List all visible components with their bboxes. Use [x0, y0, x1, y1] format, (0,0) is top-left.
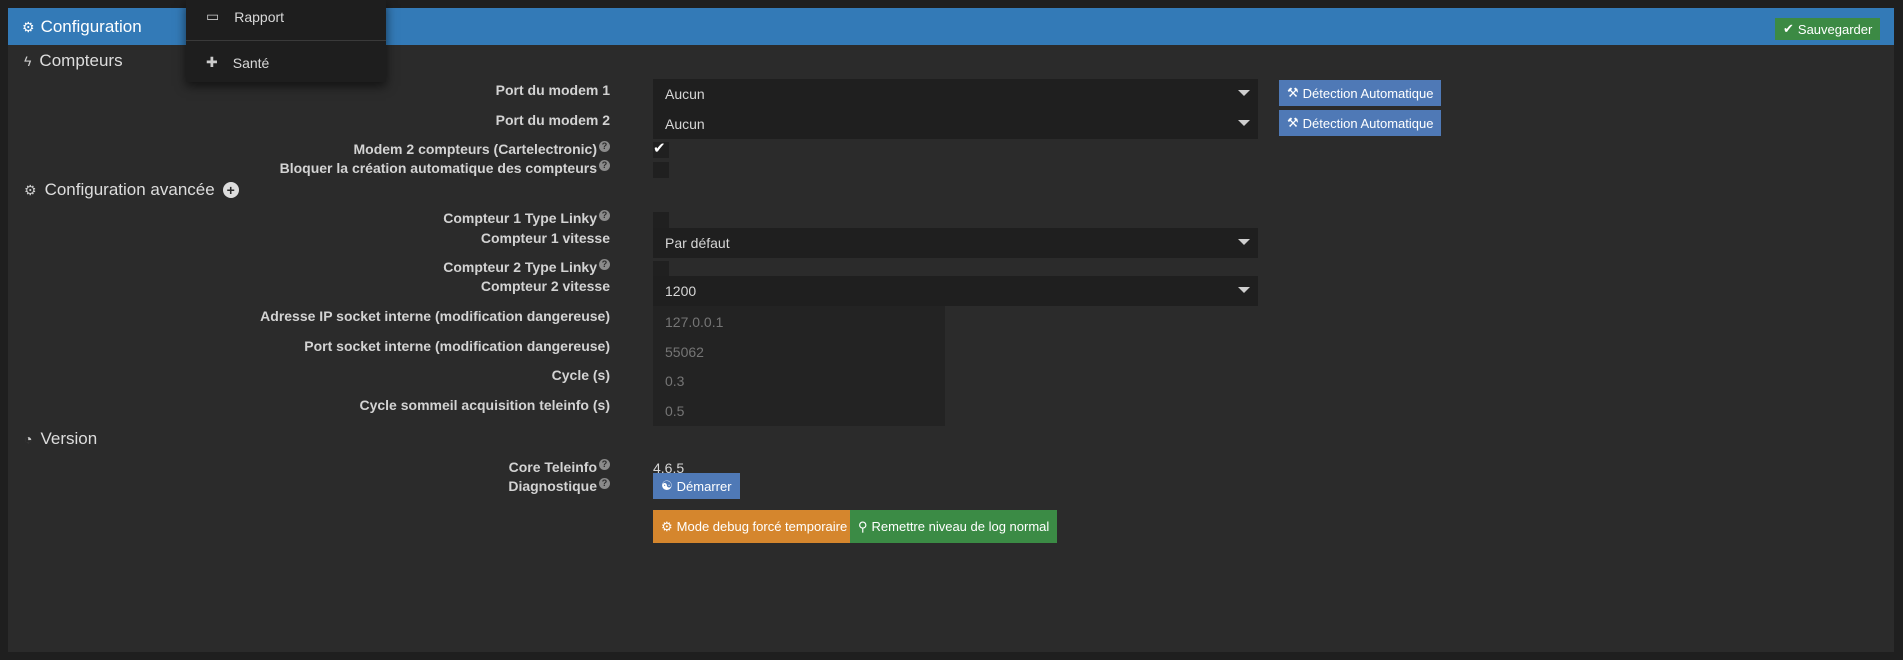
help-icon: ? — [599, 478, 610, 489]
gears-icon: ⚙ — [22, 18, 35, 35]
debug-mode-button[interactable]: ⚙ Mode debug forcé temporaire — [653, 510, 856, 543]
help-icon: ? — [599, 259, 610, 270]
check-circle-icon: ✔ — [1783, 21, 1794, 36]
menu-item-sante-label: Santé — [232, 54, 270, 71]
panel-title: ⚙ Configuration — [22, 17, 142, 37]
modem2-autodetect-button[interactable]: ⚒ Détection Automatique — [1279, 110, 1442, 136]
medkit-icon: ✚ — [206, 54, 218, 70]
chevron-down-icon — [1238, 239, 1250, 245]
help-icon: ? — [599, 160, 610, 171]
cycle-sleep-input[interactable] — [653, 395, 945, 426]
core-label: Core Teleinfo? — [509, 459, 610, 475]
modem-2-compteurs-checkbox[interactable] — [653, 139, 669, 158]
modem2-label: Port du modem 2 — [496, 112, 610, 128]
cycle-sleep-label: Cycle sommeil acquisition teleinfo (s) — [359, 397, 610, 413]
panel-title-text: Configuration — [40, 17, 142, 36]
bolt-icon: ϟ — [24, 53, 32, 69]
save-button[interactable]: ✔ Sauvegarder — [1775, 18, 1881, 40]
steam-icon: ☯ — [661, 478, 673, 493]
socket-ip-label: Adresse IP socket interne (modification … — [260, 308, 610, 324]
c1-speed-text: Compteur 1 vitesse — [480, 230, 610, 246]
section-compteurs: ϟ Compteurs — [24, 51, 123, 71]
paperclip-icon: ⚲ — [858, 518, 868, 534]
block-auto-create-text: Bloquer la création automatique des comp… — [279, 160, 597, 176]
chevron-down-icon — [1238, 90, 1250, 96]
c1-speed-select[interactable]: Par défaut — [653, 228, 1258, 258]
c1-linky-text: Compteur 1 Type Linky — [443, 210, 597, 226]
modem1-select[interactable]: Aucun — [653, 79, 1258, 109]
c2-speed-label: Compteur 2 vitesse — [481, 278, 610, 294]
c1-linky-checkbox[interactable] — [653, 212, 669, 228]
gear-icon: ⚙ — [24, 181, 37, 198]
modem1-autodetect-button[interactable]: ⚒ Détection Automatique — [1279, 80, 1442, 106]
cycle-label: Cycle (s) — [552, 367, 610, 383]
gears-icon: ⚙ — [661, 518, 673, 534]
plus-circle-icon[interactable]: + — [222, 182, 239, 198]
socket-port-label: Port socket interne (modification danger… — [304, 338, 610, 354]
modem2-label-text: Port du modem 2 — [495, 112, 610, 128]
modem2-value: Aucun — [665, 116, 705, 132]
chevron-down-icon — [1238, 287, 1250, 293]
help-icon: ? — [599, 210, 610, 221]
menu-item-rapport-label: Rapport — [234, 8, 285, 25]
modem-2-compteurs-label: Modem 2 compteurs (Cartelectronic)? — [353, 141, 610, 157]
modem2-autodetect-label: Détection Automatique — [1302, 115, 1434, 131]
core-label-text: Core Teleinfo — [508, 459, 597, 475]
c2-linky-text: Compteur 2 Type Linky — [443, 259, 597, 275]
diagnostic-start-button[interactable]: ☯ Démarrer — [653, 473, 740, 499]
dropdown-menu: ▭ Rapport ✚ Santé — [186, 0, 386, 82]
block-auto-create-label: Bloquer la création automatique des comp… — [280, 160, 610, 176]
configuration-panel: ⚙ Configuration ✔ Sauvegarder ϟ Compteur… — [8, 8, 1894, 652]
section-compteurs-title: Compteurs — [39, 51, 123, 70]
c2-speed-select[interactable]: 1200 — [653, 276, 1258, 306]
c2-linky-label: Compteur 2 Type Linky? — [443, 259, 610, 275]
reset-log-label: Remettre niveau de log normal — [871, 519, 1050, 534]
modem-2-compteurs-text: Modem 2 compteurs (Cartelectronic) — [353, 141, 598, 157]
debug-mode-label: Mode debug forcé temporaire — [676, 519, 848, 534]
help-icon: ? — [599, 141, 610, 152]
help-icon: ? — [599, 459, 610, 470]
diagnostic-start-label: Démarrer — [676, 478, 732, 494]
socket-port-input[interactable] — [653, 336, 945, 367]
report-icon: ▭ — [206, 8, 220, 24]
c2-speed-text: Compteur 2 vitesse — [480, 278, 610, 294]
chevron-down-icon — [1238, 120, 1250, 126]
modem1-label-text: Port du modem 1 — [495, 82, 610, 98]
cycle-text: Cycle (s) — [551, 367, 610, 383]
modem2-select[interactable]: Aucun — [653, 109, 1258, 139]
socket-ip-input[interactable] — [653, 306, 945, 337]
diagnostic-label: Diagnostique? — [508, 478, 610, 494]
block-auto-create-checkbox[interactable] — [653, 162, 669, 178]
section-version: ◔ Version — [24, 429, 97, 449]
modem1-label: Port du modem 1 — [496, 82, 610, 98]
cycle-sleep-text: Cycle sommeil acquisition teleinfo (s) — [359, 397, 610, 413]
magic-wand-icon: ⚒ — [1287, 115, 1299, 130]
socket-ip-text: Adresse IP socket interne (modification … — [260, 308, 610, 324]
menu-item-sante[interactable]: ✚ Santé — [206, 54, 269, 71]
menu-divider — [186, 40, 386, 41]
c1-speed-value: Par défaut — [665, 235, 730, 251]
cycle-input[interactable] — [653, 365, 945, 396]
c2-linky-checkbox[interactable] — [653, 261, 669, 277]
section-advanced: ⚙ Configuration avancée + — [24, 180, 239, 200]
modem1-value: Aucun — [665, 86, 705, 102]
socket-port-text: Port socket interne (modification danger… — [304, 338, 610, 354]
save-button-label: Sauvegarder — [1797, 21, 1873, 37]
c2-speed-value: 1200 — [665, 283, 697, 299]
menu-item-rapport[interactable]: ▭ Rapport — [206, 8, 284, 25]
c1-speed-label: Compteur 1 vitesse — [481, 230, 610, 246]
reset-log-button[interactable]: ⚲ Remettre niveau de log normal — [850, 510, 1058, 543]
magic-wand-icon: ⚒ — [1287, 85, 1299, 100]
section-version-title: Version — [40, 429, 98, 448]
pacman-icon: ◔ — [24, 431, 33, 447]
c1-linky-label: Compteur 1 Type Linky? — [443, 210, 610, 226]
section-advanced-title: Configuration avancée — [44, 180, 215, 199]
modem1-autodetect-label: Détection Automatique — [1302, 85, 1434, 101]
diagnostic-label-text: Diagnostique — [508, 478, 597, 494]
